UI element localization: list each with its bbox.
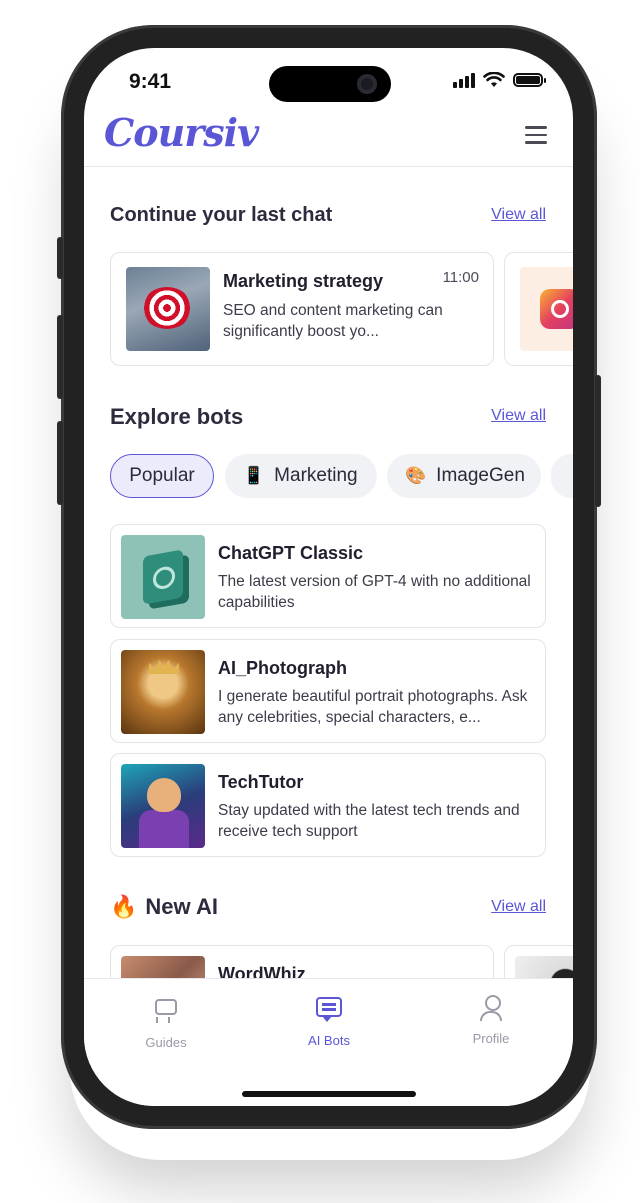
palette-icon: 🎨 [405,466,427,486]
guides-icon [152,999,180,1027]
bot-card-chatgpt-classic[interactable]: ChatGPT Classic The latest version of GP… [110,524,546,628]
new-ai-view-all-link[interactable]: View all [491,898,546,916]
status-icons [453,72,546,88]
chat-preview: SEO and content marketing can significan… [223,302,443,340]
tab-label: Guides [145,1035,187,1050]
chat-card-partial[interactable] [504,252,573,366]
chip-marketing[interactable]: 📱 Marketing [225,454,377,498]
coursiv-logo[interactable]: Coursiv [104,110,259,155]
home-indicator[interactable] [242,1091,416,1097]
app-screen: 9:41 Coursiv Continue your last chat Vie… [84,48,573,1106]
chat-bot-icon [315,997,343,1025]
bot-name: TechTutor [218,772,304,792]
bot-avatar-portrait [121,650,205,734]
mobile-phone-icon: 📱 [243,466,265,486]
bot-avatar-doge [121,764,205,848]
app-header: Coursiv [84,108,573,167]
chat-card-marketing-strategy[interactable]: Marketing strategy 11:00 SEO and content… [110,252,494,366]
status-time: 9:41 [129,70,172,93]
fire-icon: 🔥 [110,895,138,920]
explore-bots-view-all-link[interactable]: View all [491,407,546,425]
wifi-icon [483,72,505,87]
chip-imagegen[interactable]: 🎨 ImageGen [387,454,541,498]
battery-icon [513,73,546,87]
chat-thumbnail-target-image [126,267,210,351]
chip-label: ImageGen [436,465,525,486]
camera-icon [357,74,377,94]
bot-name: AI_Photograph [218,658,347,678]
side-button-volume-down [57,421,63,505]
side-button-volume-up [57,315,63,399]
bot-name: ChatGPT Classic [218,543,364,563]
chip-popular[interactable]: Popular [110,454,214,498]
tab-label: Profile [472,1031,510,1046]
tab-guides[interactable]: Guides [116,995,216,1050]
continue-chat-title: Continue your last chat [110,204,333,226]
bot-description: Stay updated with the latest tech trends… [218,802,520,840]
dynamic-island [269,66,391,102]
explore-bots-title: Explore bots [110,404,244,429]
chat-time: 11:00 [442,269,479,286]
chip-label: Popular [129,465,195,486]
chatgpt-logo-icon [121,535,205,619]
side-button-power [595,375,601,507]
tab-ai-bots[interactable]: AI Bots [279,995,379,1048]
bottom-tab-bar: Guides AI Bots Profile [84,978,573,1106]
side-button-action [57,237,63,279]
chat-thumbnail-instagram-image [520,267,573,351]
chat-title: Marketing strategy [223,271,384,291]
tab-profile[interactable]: Profile [441,995,541,1046]
bot-description: The latest version of GPT-4 with no addi… [218,573,531,611]
bot-card-ai-photograph[interactable]: AI_Photograph I generate beautiful portr… [110,639,546,743]
bot-card-techtutor[interactable]: TechTutor Stay updated with the latest t… [110,753,546,857]
new-ai-title-text: New AI [145,894,218,919]
tab-label: AI Bots [308,1033,350,1048]
hamburger-menu-icon[interactable] [525,126,547,144]
chip-partial[interactable] [551,454,573,498]
chip-label: Marketing [274,465,358,486]
signal-icon [453,72,475,88]
continue-chat-view-all-link[interactable]: View all [491,206,546,224]
instagram-icon [540,289,573,329]
profile-icon [477,995,505,1023]
new-ai-title: 🔥 New AI [110,894,218,920]
bot-description: I generate beautiful portrait photograph… [218,688,528,726]
